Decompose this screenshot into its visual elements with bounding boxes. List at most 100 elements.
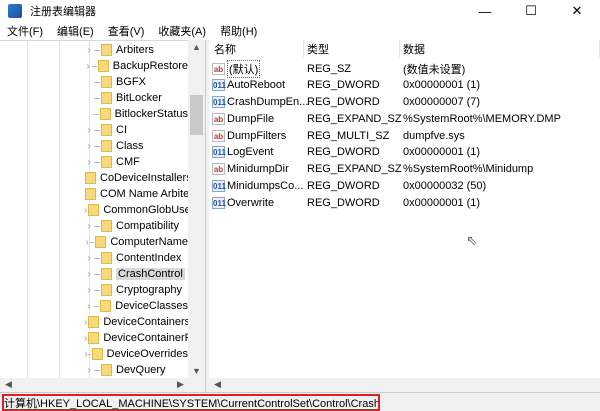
chevron-right-icon[interactable]: ›	[84, 253, 94, 264]
chevron-right-icon[interactable]: ›	[84, 317, 87, 328]
tree-item[interactable]: › Cryptography	[84, 282, 188, 298]
tree-item[interactable]: › DeviceOverrides	[84, 346, 188, 362]
chevron-right-icon[interactable]: ›	[84, 157, 94, 168]
tree-item-label: DeviceContainers	[103, 316, 191, 328]
chevron-right-icon[interactable]: ›	[84, 333, 87, 344]
value-row[interactable]: 011 MinidumpsCo... REG_DWORD 0x00000032 (50…	[209, 177, 600, 194]
tree-guide-line	[59, 41, 60, 378]
value-row[interactable]: ab MinidumpDir REG_EXPAND_SZ %SystemRoot%\M…	[209, 161, 600, 178]
values-list: 名称 类型 数据 ab (默认) REG_SZ (数值未设置) 011 AutoReboo…	[209, 40, 600, 378]
tree-item[interactable]: › ComputerName	[84, 234, 188, 250]
value-row[interactable]: ab DumpFilters REG_MULTI_SZ dumpfve.sys	[209, 127, 600, 144]
folder-icon	[101, 284, 112, 296]
chevron-right-icon[interactable]: ›	[84, 269, 94, 280]
scroll-down-arrow-icon[interactable]: ▼	[188, 366, 205, 376]
window-title: 注册表编辑器	[30, 6, 96, 18]
value-row[interactable]: 011 LogEvent REG_DWORD 0x00000001 (1)	[209, 144, 600, 161]
menu-help[interactable]: 帮助(H)	[213, 23, 264, 39]
chevron-right-icon[interactable]: ›	[84, 45, 94, 56]
tree-item[interactable]: › Compatibility	[84, 218, 188, 234]
tree-item-label: Cryptography	[116, 284, 183, 296]
tree-item-label: Class	[116, 140, 144, 152]
tree-item-label: Arbiters	[116, 44, 154, 56]
menu-favorites[interactable]: 收藏夹(A)	[151, 23, 213, 39]
tree-item[interactable]: ›CommonGlobUserSettings	[84, 202, 205, 218]
tree-item[interactable]: BitLocker	[84, 90, 188, 106]
tree-item-label: BitlockerStatus	[114, 108, 188, 120]
tree-item[interactable]: › DeviceContainers	[84, 314, 191, 330]
value-row[interactable]: 011 CrashDumpEn... REG_DWORD 0x00000007 (7)	[209, 94, 600, 111]
column-header-type[interactable]: 类型	[304, 40, 400, 57]
column-header-name[interactable]: 名称	[209, 40, 304, 57]
value-data: 0x00000007 (7)	[403, 96, 481, 108]
value-data: (数值未设置)	[403, 63, 466, 76]
folder-icon	[101, 252, 112, 264]
value-name: AutoReboot	[227, 79, 286, 92]
tree-connector	[88, 353, 91, 355]
minimize-button[interactable]: —	[462, 0, 508, 22]
tree-item[interactable]: COM Name Arbiter	[84, 186, 193, 202]
tree-item[interactable]: › CI	[84, 122, 188, 138]
value-data: 0x00000001 (1)	[403, 79, 481, 92]
maximize-button[interactable]: ☐	[508, 0, 554, 22]
chevron-right-icon[interactable]: ›	[84, 285, 94, 296]
tree-item[interactable]: › CMF	[84, 154, 188, 170]
scroll-right-arrow-icon[interactable]: ▶	[172, 379, 189, 390]
column-header-data[interactable]: 数据	[400, 40, 600, 57]
menu-file[interactable]: 文件(F)	[0, 23, 50, 39]
chevron-right-icon[interactable]: ›	[84, 125, 94, 136]
folder-icon	[88, 316, 100, 328]
string-value-icon: ab	[212, 62, 225, 75]
tree-item[interactable]: CoDeviceInstallers	[84, 170, 192, 186]
value-name: (默认)	[227, 59, 261, 78]
values-horizontal-scrollbar[interactable]: ◀	[209, 378, 600, 392]
chevron-right-icon[interactable]: ›	[84, 221, 94, 232]
folder-icon	[91, 348, 103, 360]
close-button[interactable]: ✕	[554, 0, 600, 22]
tree-item-label: BitLocker	[116, 92, 162, 104]
scroll-up-arrow-icon[interactable]: ▲	[188, 42, 205, 52]
tree-vertical-scrollbar[interactable]: ▲ ▼	[188, 40, 205, 378]
value-row[interactable]: 011 AutoReboot REG_DWORD 0x00000001 (1)	[209, 77, 600, 94]
tree-connector	[94, 161, 100, 163]
value-type: REG_DWORD	[307, 179, 380, 192]
tree-item[interactable]: › Arbiters	[84, 42, 188, 58]
tree-horizontal-scrollbar[interactable]: ◀ ▶	[0, 378, 205, 392]
tree-item-label: DevQuery	[116, 364, 166, 376]
menu-view[interactable]: 查看(V)	[101, 23, 152, 39]
scrollbar-thumb[interactable]	[190, 95, 203, 135]
chevron-right-icon[interactable]: ›	[84, 365, 94, 376]
folder-icon	[97, 60, 109, 72]
binary-value-icon: 011	[212, 196, 226, 209]
value-type: REG_MULTI_SZ	[307, 129, 390, 142]
key-path: 计算机\HKEY_LOCAL_MACHINE\SYSTEM\CurrentCon…	[2, 394, 380, 411]
tree-item[interactable]: BitlockerStatus	[84, 106, 188, 122]
value-data: %SystemRoot%\MEMORY.DMP	[403, 112, 561, 125]
folder-icon	[85, 188, 96, 200]
tree-item[interactable]: › DevQuery	[84, 362, 188, 378]
tree-item[interactable]: › CrashControl	[84, 266, 188, 282]
value-row[interactable]: 011 Overwrite REG_DWORD 0x00000001 (1)	[209, 194, 600, 211]
tree-connector	[94, 369, 100, 371]
chevron-right-icon[interactable]: ›	[84, 301, 94, 312]
tree-item[interactable]: BGFX	[84, 74, 188, 90]
menu-edit[interactable]: 编辑(E)	[50, 23, 101, 39]
registry-key-tree[interactable]: › Arbiters › BackupRestore BGFX BitLocker Bitl…	[0, 40, 205, 378]
tree-item[interactable]: › ContentIndex	[84, 250, 188, 266]
value-row[interactable]: ab (默认) REG_SZ (数值未设置)	[209, 59, 600, 78]
tree-item[interactable]: ›DeviceContainerPropertyUpdateEvents	[84, 330, 205, 346]
tree-item[interactable]: › Class	[84, 138, 188, 154]
chevron-right-icon[interactable]: ›	[84, 205, 87, 216]
chevron-right-icon[interactable]: ›	[84, 61, 92, 72]
chevron-right-icon[interactable]: ›	[84, 141, 94, 152]
value-type: REG_DWORD	[307, 79, 380, 92]
value-row[interactable]: ab DumpFile REG_EXPAND_SZ %SystemRoot%\MEMO…	[209, 110, 600, 127]
folder-icon	[101, 220, 112, 232]
value-type: REG_EXPAND_SZ	[307, 163, 402, 175]
tree-item[interactable]: › BackupRestore	[84, 58, 188, 74]
scroll-left-arrow-icon[interactable]: ◀	[0, 379, 17, 390]
scroll-left-arrow-icon[interactable]: ◀	[209, 379, 226, 390]
folder-icon	[88, 332, 100, 344]
folder-icon	[101, 76, 112, 88]
tree-item[interactable]: › DeviceClasses	[84, 298, 188, 314]
